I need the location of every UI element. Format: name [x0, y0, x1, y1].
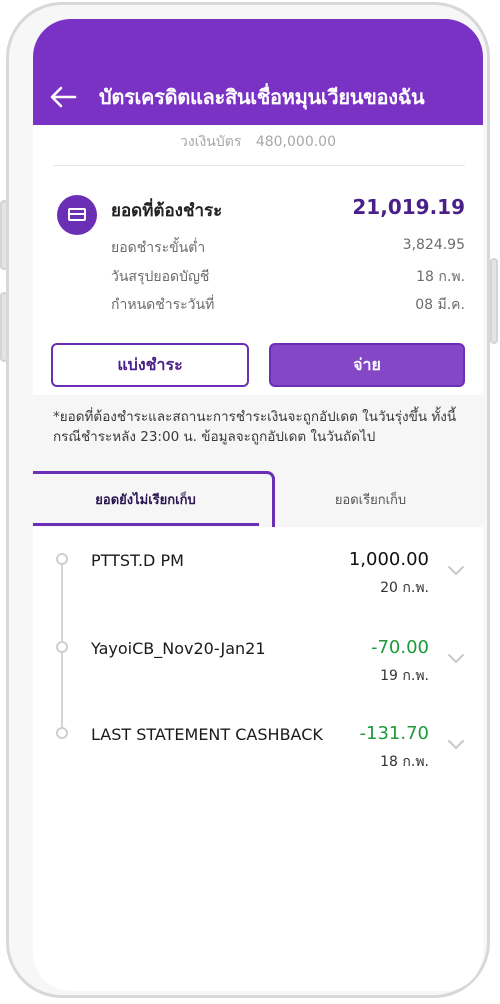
due-date-row: กำหนดชำระวันที่ 08 มี.ค. — [111, 294, 465, 316]
amount-due-value: 21,019.19 — [352, 195, 465, 219]
app-header: บัตรเครดิตและสินเชื่อหมุนเวียนของฉัน — [33, 19, 483, 125]
transaction-amount: 1,000.00 — [348, 549, 429, 570]
timeline-dot — [56, 727, 68, 739]
statement-date-label: วันสรุปยอดบัญชี — [111, 269, 210, 285]
transaction-amount: -70.00 — [370, 637, 429, 658]
timeline-dot — [56, 641, 68, 653]
chevron-down-icon[interactable] — [447, 739, 465, 751]
credit-limit-value: 480,000.00 — [255, 134, 336, 150]
transaction-name: LAST STATEMENT CASHBACK — [91, 725, 323, 744]
timeline-dot — [56, 553, 68, 565]
transaction-tabs: ยอดยังไม่เรียกเก็บ ยอดเรียกเก็บ — [33, 471, 483, 537]
installment-button[interactable]: แบ่งชำระ — [51, 343, 249, 387]
transaction-list: PTTST.D PM 1,000.00 20 ก.พ. YayoiCB_Nov2… — [33, 527, 483, 991]
transaction-date: 20 ก.พ. — [380, 580, 429, 596]
transaction-date: 19 ก.พ. — [380, 668, 429, 684]
phone-frame: บัตรเครดิตและสินเชื่อหมุนเวียนของฉัน วงเ… — [6, 2, 490, 998]
credit-limit-row: วงเงินบัตร 480,000.00 — [33, 131, 483, 153]
transaction-amount: -131.70 — [359, 723, 429, 744]
due-date-label: กำหนดชำระวันที่ — [111, 297, 215, 313]
transaction-date: 18 ก.พ. — [380, 754, 429, 770]
statement-date-value: 18 ก.พ. — [416, 269, 465, 285]
transaction-name: YayoiCB_Nov20-Jan21 — [91, 639, 266, 658]
tab-billed[interactable]: ยอดเรียกเก็บ — [258, 471, 483, 527]
credit-limit-label: วงเงินบัตร — [179, 134, 242, 150]
pay-button[interactable]: จ่าย — [269, 343, 465, 387]
due-date-value: 08 มี.ค. — [415, 297, 465, 313]
statement-date-row: วันสรุปยอดบัญชี 18 ก.พ. — [111, 266, 465, 288]
page-title: บัตรเครดิตและสินเชื่อหมุนเวียนของฉัน — [99, 85, 425, 109]
arrow-left-icon[interactable] — [49, 85, 77, 109]
update-note: *ยอดที่ต้องชำระและสถานะการชำระเงินจะถูกอ… — [53, 409, 457, 445]
minimum-payment-row: ยอดชำระขั้นต่ำ 3,824.95 — [111, 237, 465, 259]
minimum-payment-label: ยอดชำระขั้นต่ำ — [111, 240, 206, 256]
chevron-down-icon[interactable] — [447, 653, 465, 665]
credit-card-icon — [57, 195, 97, 235]
minimum-payment-value: 3,824.95 — [402, 237, 465, 253]
amount-due-label: ยอดที่ต้องชำระ — [111, 201, 223, 221]
divider — [53, 165, 465, 166]
app-screen: บัตรเครดิตและสินเชื่อหมุนเวียนของฉัน วงเ… — [33, 19, 483, 991]
card-summary: วงเงินบัตร 480,000.00 ยอดที่ต้องชำระ 21,… — [33, 125, 483, 395]
power-side-button — [490, 258, 498, 344]
transaction-name: PTTST.D PM — [91, 551, 184, 570]
chevron-down-icon[interactable] — [447, 565, 465, 577]
